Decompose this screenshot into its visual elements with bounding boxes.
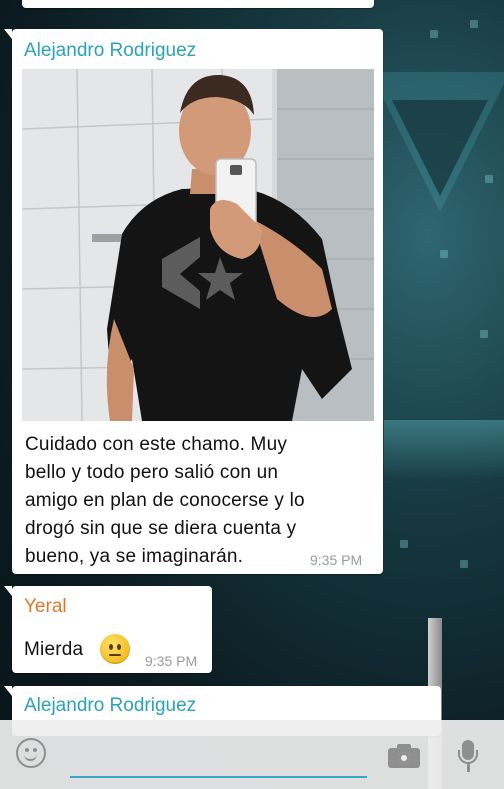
wallpaper-triangle-inner <box>392 100 488 196</box>
message-line: drogó sin que se diera cuenta y <box>25 518 297 539</box>
sender-name: Alejandro Rodriguez <box>24 695 197 716</box>
message-time: 9:35 PM <box>145 653 198 669</box>
wallpaper-dot <box>440 250 448 258</box>
chat-screen: Alejandro Rodriguez Cuidado con este cha… <box>0 0 504 789</box>
message-input[interactable] <box>70 738 367 778</box>
shared-photo[interactable] <box>22 69 374 421</box>
message-bubble-text[interactable]: Yeral Mierda 9:35 PM <box>4 586 212 673</box>
mic-icon[interactable] <box>456 740 480 774</box>
camera-icon[interactable] <box>388 744 420 768</box>
bubble-tail <box>4 686 12 696</box>
message-text: Cuidado con este chamo. Muy bello y todo… <box>25 431 305 571</box>
wallpaper-dot <box>400 540 408 548</box>
emoji-icon[interactable] <box>16 738 46 768</box>
neutral-face-icon <box>100 634 130 664</box>
wallpaper-dot <box>460 560 468 568</box>
sender-name: Alejandro Rodriguez <box>24 40 197 61</box>
wallpaper-glow <box>384 420 504 480</box>
message-text: Mierda <box>24 639 84 660</box>
message-line: bueno, ya se imaginarán. <box>25 546 244 567</box>
compose-bar <box>0 720 504 789</box>
message-bubble-photo[interactable]: Alejandro Rodriguez Cuidado con este cha… <box>4 29 383 574</box>
message-line: bello y todo pero salió con un <box>25 462 279 483</box>
wallpaper-dot <box>485 175 493 183</box>
message-time: 9:35 PM <box>310 552 363 568</box>
message-line: Cuidado con este chamo. Muy <box>25 434 288 455</box>
wallpaper-dot <box>430 30 438 38</box>
bubble-tail <box>4 586 12 596</box>
wallpaper-dot <box>470 20 478 28</box>
previous-message-bubble[interactable] <box>22 0 374 8</box>
bubble-tail <box>4 29 12 39</box>
sender-name: Yeral <box>24 596 67 617</box>
message-line: amigo en plan de conocerse y lo <box>25 490 305 511</box>
photo-image <box>22 69 374 421</box>
wallpaper-dot <box>480 330 488 338</box>
